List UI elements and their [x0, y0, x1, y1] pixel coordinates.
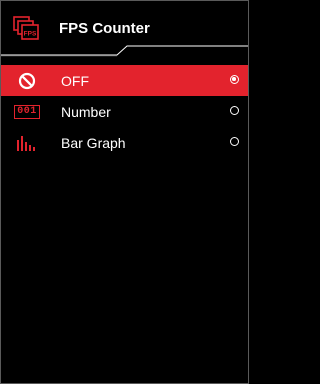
header-divider [1, 45, 248, 57]
number-icon: 001 [14, 102, 40, 122]
menu-item-label: OFF [61, 73, 89, 89]
bar-graph-icon [15, 133, 39, 153]
prohibited-icon [15, 71, 39, 91]
page-title: FPS Counter [59, 20, 150, 37]
fps-icon-text: FPS [24, 31, 37, 38]
menu-item-bar-graph[interactable]: Bar Graph [1, 127, 248, 158]
number-icon-text: 001 [14, 105, 40, 119]
panel-header: FPS FPS Counter [1, 1, 248, 57]
fps-options-list: OFF 001 Number Bar Graph [1, 65, 248, 158]
menu-item-number[interactable]: 001 Number [1, 96, 248, 127]
menu-item-label: Number [61, 104, 111, 120]
radio-unselected-icon[interactable] [230, 137, 239, 146]
menu-item-label: Bar Graph [61, 135, 126, 151]
fps-window-icon: FPS [13, 16, 39, 40]
osd-panel: FPS FPS Counter OFF 001 Number Bar Graph [0, 0, 249, 384]
radio-unselected-icon[interactable] [230, 106, 239, 115]
radio-selected-icon[interactable] [230, 75, 239, 84]
menu-item-off[interactable]: OFF [1, 65, 248, 96]
